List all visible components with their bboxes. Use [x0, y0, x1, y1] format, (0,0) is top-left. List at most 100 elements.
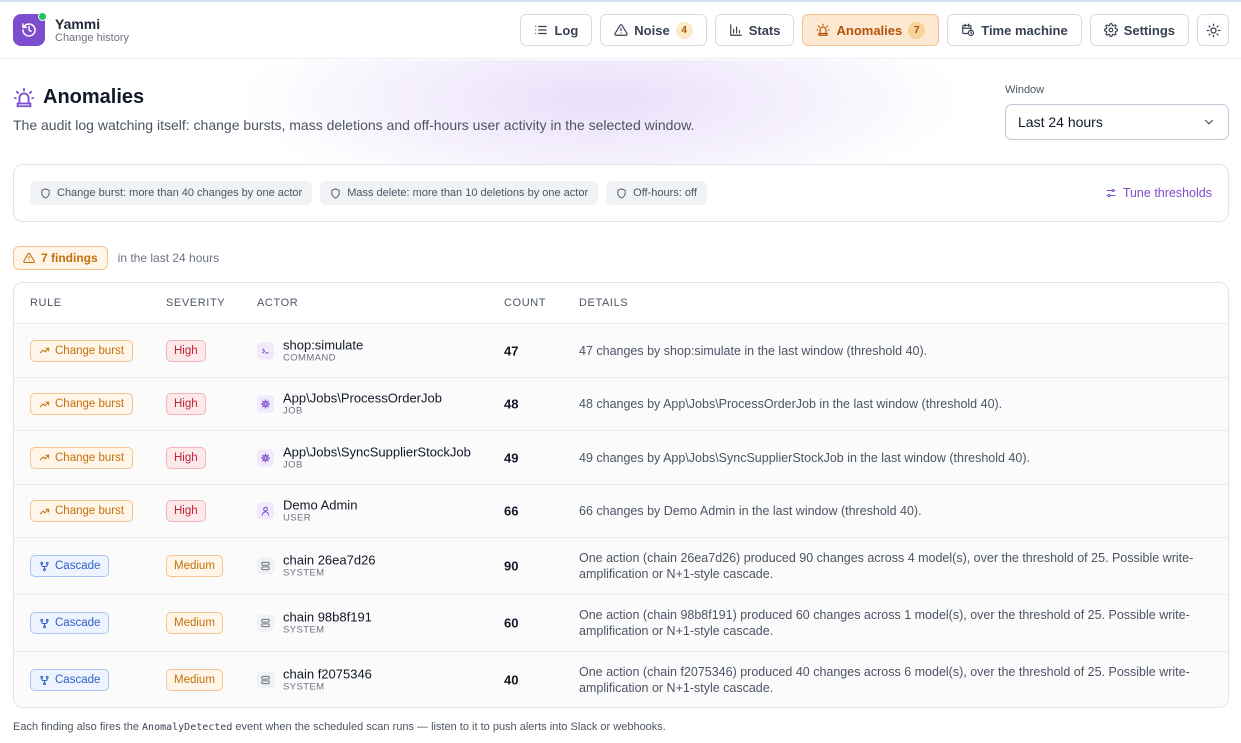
rule-cell: Cascade [30, 612, 110, 634]
table-row[interactable]: Change burst High App\Jobs\ProcessOrderJob… [14, 377, 1228, 430]
theme-toggle-button[interactable] [1197, 14, 1229, 46]
severity-badge: High [166, 339, 206, 362]
footnote-before: Each finding also fires the [13, 721, 143, 733]
actor-name: shop:simulate [283, 337, 364, 352]
table-row[interactable]: Cascade Medium chain 98b8f191 SYSTEM 60 One a… [14, 594, 1228, 651]
rule-tag-label: Change burst [55, 398, 125, 410]
main-nav: Log Noise 4 Stats Anomalies 7 Time machi… [520, 14, 1229, 46]
nav-anomalies-button[interactable]: Anomalies 7 [802, 14, 940, 46]
rule-chip-label: Change burst: more than 40 changes by on… [57, 187, 303, 199]
footnote-after: event when the scheduled scan runs — lis… [232, 721, 666, 733]
nav-time-machine-button[interactable]: Time machine [947, 14, 1082, 46]
rule-chip-mass-delete: Mass delete: more than 10 deletions by o… [320, 181, 599, 205]
page-description: The audit log watching itself: change bu… [13, 117, 695, 133]
details-cell: One action (chain 26ea7d26) produced 90 … [579, 551, 1194, 581]
actor-type: JOB [283, 405, 303, 417]
rule-tag: Cascade [30, 555, 110, 577]
app-name: Yammi [55, 15, 101, 32]
server-icon [257, 614, 274, 632]
severity-cell: High [166, 446, 206, 469]
trending-up-icon [39, 508, 50, 514]
count-cell: 60 [504, 615, 519, 631]
severity-badge: High [166, 393, 206, 415]
brand[interactable]: Yammi Change history [13, 12, 129, 46]
actor-type: USER [283, 512, 311, 524]
column-header-rule: RULE [30, 297, 62, 309]
rule-tag: Cascade [30, 669, 110, 691]
page-title: Anomalies [13, 86, 144, 109]
actor-cell: chain 98b8f191 SYSTEM [257, 610, 372, 637]
online-status-dot [38, 12, 47, 21]
calendar-clock-icon [962, 23, 975, 37]
rule-cell: Cascade [30, 555, 110, 577]
window-select-value: Last 24 hours [1018, 114, 1103, 130]
rule-cell: Cascade [30, 669, 110, 691]
list-icon [535, 25, 548, 35]
rule-tag-label: Cascade [55, 617, 101, 629]
column-header-actor: ACTOR [257, 297, 299, 309]
rule-cell: Change burst [30, 446, 134, 469]
actor-type: COMMAND [283, 352, 336, 363]
table-row[interactable]: Change burst High shop:simulate COMMAND 47 47… [14, 323, 1228, 377]
nav-settings-button[interactable]: Settings [1089, 14, 1189, 46]
tune-thresholds-link[interactable]: Tune thresholds [1105, 186, 1212, 200]
server-icon [257, 671, 274, 689]
rule-tag-label: Cascade [55, 560, 101, 572]
nav-stats-button[interactable]: Stats [714, 14, 795, 46]
rule-tag: Change burst [30, 446, 134, 469]
tune-thresholds-label: Tune thresholds [1122, 186, 1212, 200]
alarm-icon [13, 87, 35, 107]
trending-up-icon [39, 454, 50, 461]
rule-chip-change-burst: Change burst: more than 40 changes by on… [30, 181, 313, 205]
count-cell: 66 [504, 503, 519, 519]
rule-tag-label: Change burst [55, 451, 125, 464]
findings-count: 7 findings [41, 251, 98, 265]
count-cell: 47 [504, 343, 519, 358]
shield-icon [617, 187, 626, 199]
actor-cell: App\Jobs\ProcessOrderJob JOB [257, 391, 442, 418]
gear-icon [1103, 23, 1118, 37]
table-row[interactable]: Cascade Medium chain f2075346 SYSTEM 40 One a… [14, 651, 1228, 707]
nav-noise-button[interactable]: Noise 4 [600, 14, 707, 46]
nav-time-machine-label: Time machine [981, 22, 1068, 38]
nav-settings-label: Settings [1123, 22, 1175, 38]
actor-type: SYSTEM [283, 624, 325, 636]
severity-badge: High [166, 500, 206, 522]
severity-badge: High [166, 446, 206, 469]
rule-cell: Change burst [30, 393, 134, 415]
terminal-icon [257, 342, 274, 359]
actor-name: App\Jobs\SyncSupplierStockJob [283, 444, 471, 459]
column-header-details: DETAILS [579, 297, 629, 309]
rule-cell: Change burst [30, 339, 134, 362]
table-row[interactable]: Cascade Medium chain 26ea7d26 SYSTEM 90 One a… [14, 537, 1228, 594]
cog-icon [257, 449, 274, 466]
git-fork-icon [40, 618, 49, 628]
sliders-icon [1106, 189, 1116, 197]
count-cell: 90 [504, 558, 519, 574]
findings-badge: 7 findings [13, 246, 108, 270]
trending-up-icon [39, 347, 50, 354]
count-cell: 49 [504, 450, 519, 465]
nav-anomalies-label: Anomalies [836, 22, 903, 38]
shield-icon [331, 187, 340, 199]
warning-icon [614, 24, 628, 36]
window-select[interactable]: Last 24 hours [1005, 104, 1229, 140]
history-icon [13, 12, 47, 46]
column-header-severity: SEVERITY [166, 297, 226, 309]
details-cell: 48 changes by App\Jobs\ProcessOrderJob i… [579, 397, 1003, 411]
bar-chart-icon [729, 24, 742, 36]
table-row[interactable]: Change burst High Demo Admin USER 66 66 chang… [14, 484, 1228, 537]
actor-name: chain f2075346 [283, 666, 372, 682]
severity-cell: Medium [166, 669, 223, 691]
page-heading: Anomalies [43, 86, 145, 108]
nav-log-label: Log [554, 22, 579, 38]
nav-noise-label: Noise [634, 22, 670, 38]
alarm-icon [817, 23, 830, 36]
count-cell: 40 [504, 672, 519, 688]
actor-name: Demo Admin [283, 497, 358, 513]
actor-cell: chain 26ea7d26 SYSTEM [257, 553, 376, 580]
thresholds-panel: Change burst: more than 40 changes by on… [13, 164, 1229, 222]
table-row[interactable]: Change burst High App\Jobs\SyncSupplierSto… [14, 430, 1228, 484]
nav-log-button[interactable]: Log [520, 14, 593, 46]
details-cell: 66 changes by Demo Admin in the last win… [579, 504, 922, 518]
